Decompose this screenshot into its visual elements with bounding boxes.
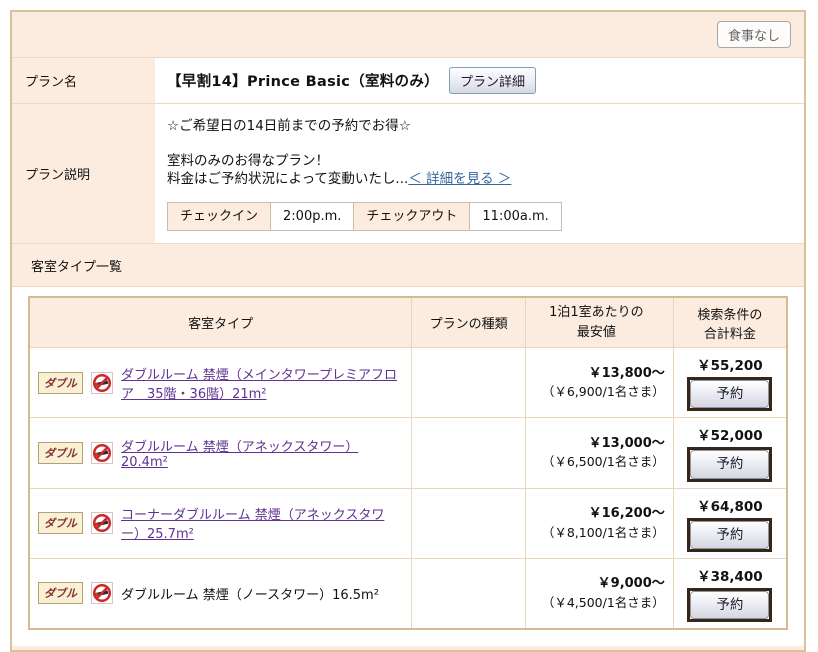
checkout-label: チェックアウト — [353, 201, 471, 232]
total-cell: ￥52,000 予約 — [672, 417, 788, 489]
room-table: 客室タイプ プランの種類 1泊1室あたりの 最安値 検索条件の 合計料金 ダブル… — [28, 296, 788, 630]
no-smoking-icon — [91, 582, 113, 605]
total-price: ￥55,200 — [697, 358, 763, 375]
plan-name-label: プラン名 — [25, 75, 78, 90]
checkout-time: 11:00a.m. — [469, 201, 562, 232]
checkin-time: 2:00p.m. — [270, 201, 355, 232]
room-type-link[interactable]: コーナーダブルルーム 禁煙（アネックスタワー）25.7m² — [121, 504, 403, 542]
min-price-cell: ￥16,200～ （￥8,100/1名さま） — [524, 487, 674, 559]
plan-type-cell — [411, 347, 526, 419]
total-price: ￥52,000 — [697, 428, 763, 445]
desc-line-3-text: 料金はご予約状況によって変動いたし... — [167, 171, 409, 188]
no-smoking-icon — [91, 512, 113, 535]
per-person-price: （￥6,500/1名さま） — [541, 454, 665, 470]
per-person-price: （￥6,900/1名さま） — [541, 384, 665, 400]
plan-desc-content: ☆ご希望日の14日前までの予約でお得☆ 室料のみのお得なプラン！ 料金はご予約状… — [155, 104, 804, 244]
total-cell: ￥55,200 予約 — [672, 347, 788, 419]
min-price: ￥16,200～ — [588, 506, 665, 522]
plan-desc-label: プラン説明 — [25, 168, 91, 184]
total-price: ￥38,400 — [697, 568, 763, 585]
room-cell: ダブル ダブルルーム 禁煙（アネックスタワー）20.4m² — [28, 417, 413, 489]
see-detail-link[interactable]: ＜ 詳細を見る ＞ — [408, 171, 511, 187]
reserve-button[interactable]: 予約 — [690, 520, 770, 549]
table-row: ダブル コーナーダブルルーム 禁煙（アネックスタワー）25.7m² ￥16,20… — [28, 487, 788, 559]
per-person-price: （￥4,500/1名さま） — [541, 594, 665, 610]
reserve-button[interactable]: 予約 — [690, 590, 770, 619]
total-price: ￥64,800 — [697, 498, 763, 515]
meal-badge: 食事なし — [716, 21, 791, 48]
plan-desc-row: プラン説明 ☆ご希望日の14日前までの予約でお得☆ 室料のみのお得なプラン！ 料… — [12, 103, 804, 244]
table-row: ダブル ダブルルーム 禁煙（メインタワープレミアフロア 35階・36階）21m²… — [28, 347, 788, 419]
min-price-cell: ￥13,000～ （￥6,500/1名さま） — [524, 417, 674, 489]
col-plan-type: プランの種類 — [411, 296, 526, 349]
col-room-type: 客室タイプ — [28, 296, 413, 349]
double-badge: ダブル — [38, 512, 83, 535]
min-price-cell: ￥13,800～ （￥6,900/1名さま） — [524, 347, 674, 419]
room-type-section-title: 客室タイプ一覧 — [12, 243, 804, 286]
reserve-button-frame: 予約 — [687, 377, 773, 412]
double-badge: ダブル — [38, 441, 83, 464]
room-cell: ダブル ダブルルーム 禁煙（メインタワープレミアフロア 35階・36階）21m² — [28, 347, 413, 419]
plan-panel: 食事なし プラン名 【早割14】Prince Basic（室料のみ） プラン詳細… — [10, 10, 806, 652]
per-person-price: （￥8,100/1名さま） — [541, 524, 665, 540]
plan-header-band: 食事なし — [12, 12, 804, 57]
table-row: ダブル ダブルルーム 禁煙（アネックスタワー）20.4m² ￥13,000～ （… — [28, 417, 788, 489]
room-table-wrap: 客室タイプ プランの種類 1泊1室あたりの 最安値 検索条件の 合計料金 ダブル… — [12, 286, 804, 646]
total-cell: ￥64,800 予約 — [672, 487, 788, 559]
checkin-checkout-table: チェックイン 2:00p.m. チェックアウト 11:00a.m. — [166, 201, 562, 232]
reserve-button-frame: 予約 — [687, 587, 773, 622]
col-total-price: 検索条件の 合計料金 — [672, 296, 788, 349]
plan-name-row: プラン名 【早割14】Prince Basic（室料のみ） プラン詳細 — [12, 57, 804, 103]
desc-line-1: ☆ご希望日の14日前までの予約でお得☆ — [167, 118, 411, 134]
min-price: ￥9,000～ — [597, 576, 665, 592]
table-row: ダブル ダブルルーム 禁煙（ノースタワー）16.5m² ￥9,000～ （￥4,… — [28, 557, 788, 630]
reserve-button-frame: 予約 — [687, 447, 773, 482]
plan-detail-button[interactable]: プラン詳細 — [448, 67, 536, 94]
double-badge: ダブル — [38, 582, 83, 605]
reserve-button[interactable]: 予約 — [690, 380, 770, 409]
min-price: ￥13,000～ — [588, 435, 665, 451]
plan-type-cell — [411, 487, 526, 559]
no-smoking-icon — [91, 441, 113, 464]
desc-line-2: 室料のみのお得なプラン！ — [167, 153, 329, 170]
room-type-link[interactable]: ダブルルーム 禁煙（メインタワープレミアフロア 35階・36階）21m² — [121, 364, 403, 402]
table-header-row: 客室タイプ プランの種類 1泊1室あたりの 最安値 検索条件の 合計料金 — [28, 296, 788, 349]
room-cell: ダブル ダブルルーム 禁煙（ノースタワー）16.5m² — [28, 557, 413, 630]
double-badge: ダブル — [38, 371, 83, 394]
min-price: ￥13,800～ — [588, 365, 665, 381]
total-cell: ￥38,400 予約 — [672, 557, 788, 630]
checkin-label: チェックイン — [166, 201, 272, 232]
room-type-name: ダブルルーム 禁煙（ノースタワー）16.5m² — [121, 587, 379, 603]
plan-type-cell — [411, 557, 526, 630]
plan-name-content: 【早割14】Prince Basic（室料のみ） プラン詳細 — [155, 58, 804, 103]
room-type-link[interactable]: ダブルルーム 禁煙（アネックスタワー）20.4m² — [121, 436, 403, 470]
desc-line-3: 料金はご予約状況によって変動いたし...＜ 詳細を見る ＞ — [167, 170, 792, 188]
no-smoking-icon — [91, 371, 113, 394]
min-price-cell: ￥9,000～ （￥4,500/1名さま） — [524, 557, 674, 630]
reserve-button-frame: 予約 — [687, 517, 773, 552]
plan-name: 【早割14】Prince Basic（室料のみ） — [167, 74, 439, 90]
plan-type-cell — [411, 417, 526, 489]
col-min-price: 1泊1室あたりの 最安値 — [524, 296, 674, 349]
reserve-button[interactable]: 予約 — [690, 450, 770, 479]
room-cell: ダブル コーナーダブルルーム 禁煙（アネックスタワー）25.7m² — [28, 487, 413, 559]
